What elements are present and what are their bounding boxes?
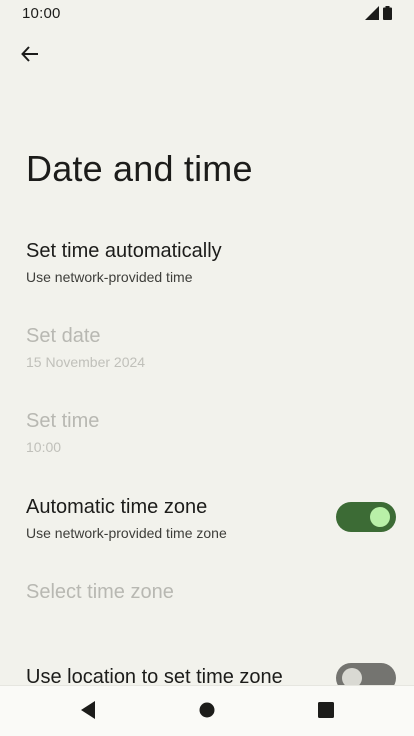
nav-back-icon [80, 700, 96, 724]
date-time-settings-screen: 10:00 Date and time Set time automatical… [0, 0, 414, 736]
setting-title: Automatic time zone [26, 496, 208, 518]
status-bar: 10:00 [0, 0, 414, 28]
setting-set-time-automatically[interactable]: Set time automatically Use network-provi… [0, 240, 414, 292]
setting-title: Select time zone [26, 581, 174, 603]
nav-home-icon [199, 702, 215, 723]
signal-icon [365, 6, 379, 25]
status-icons [365, 6, 392, 25]
nav-back-button[interactable] [76, 700, 100, 724]
battery-icon [383, 6, 392, 25]
arrow-back-icon [20, 44, 40, 69]
setting-summary: 15 November 2024 [26, 354, 146, 370]
setting-select-time-zone: Select time zone [0, 581, 414, 611]
setting-set-time: Set time 10:00 [0, 410, 414, 462]
switch-thumb [370, 507, 390, 527]
back-button[interactable] [14, 40, 46, 72]
status-time: 10:00 [22, 5, 61, 22]
automatic-time-zone-switch[interactable] [336, 502, 396, 532]
setting-title: Set date [26, 325, 101, 347]
nav-recents-icon [318, 701, 334, 723]
page-title: Date and time [26, 148, 253, 189]
setting-title: Set time automatically [26, 240, 222, 262]
nav-recents-button[interactable] [314, 700, 338, 724]
setting-automatic-time-zone[interactable]: Automatic time zone Use network-provided… [0, 496, 414, 548]
setting-summary: Use network-provided time [26, 269, 193, 285]
setting-set-date: Set date 15 November 2024 [0, 325, 414, 377]
setting-summary: Use network-provided time zone [26, 525, 227, 541]
setting-summary: 10:00 [26, 439, 62, 455]
nav-home-button[interactable] [195, 700, 219, 724]
setting-title: Set time [26, 410, 100, 432]
navigation-bar [0, 685, 414, 736]
